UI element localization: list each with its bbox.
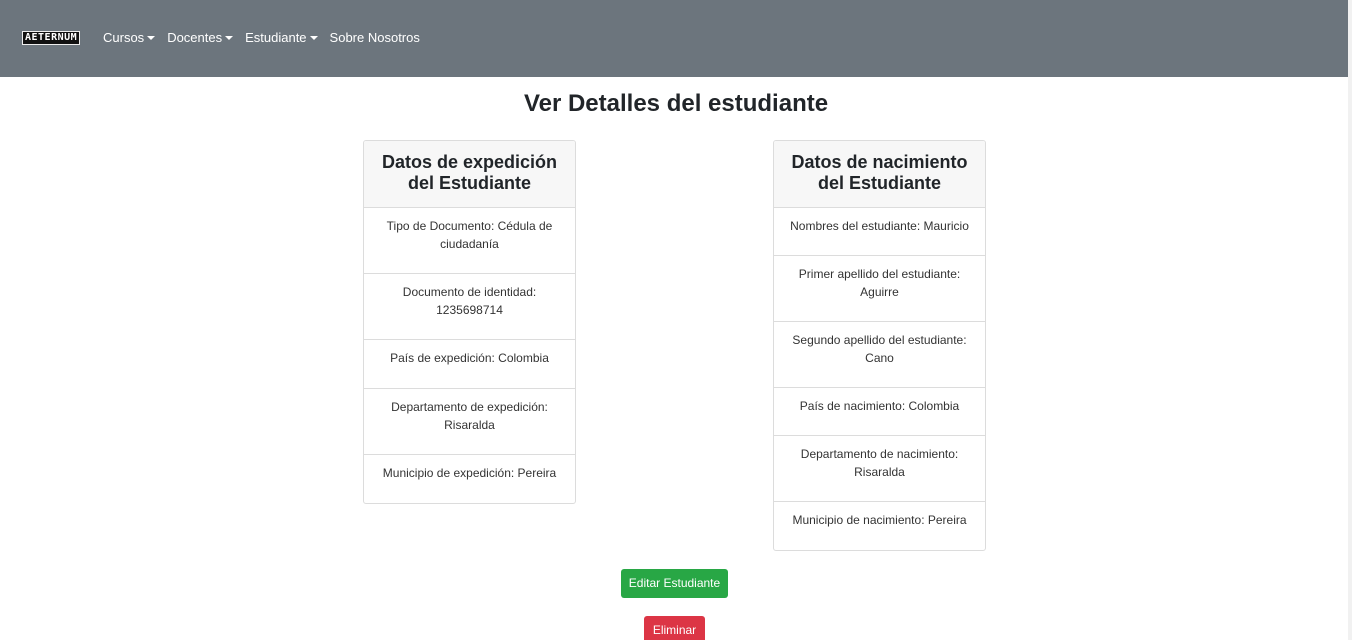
card-title-line: Datos de nacimiento [791, 152, 968, 172]
list-item-birth-country: País de nacimiento: Colombia [774, 388, 985, 436]
list-item-birth-municipality: Municipio de nacimiento: Pereira [792, 513, 967, 527]
card-title-line: Datos de expedición [381, 152, 558, 172]
edit-student-button[interactable]: Editar Estudiante [621, 569, 728, 598]
list-item-birth-department: Departamento de nacimiento: Risaralda [774, 436, 985, 502]
caret-down-icon [147, 36, 156, 40]
nav-item-estudiante[interactable]: Estudiante [245, 29, 318, 47]
caret-down-icon [225, 36, 234, 40]
list-item-id-number: Documento de identidad: 1235698714 [364, 274, 575, 340]
caret-down-icon [309, 36, 318, 40]
list-item-first-surname: Primer apellido del estudiante: Aguirre [774, 256, 985, 322]
delete-student-button[interactable]: Eliminar [644, 616, 705, 640]
card-title-line: del Estudiante [407, 173, 532, 193]
nav-item-sobre-nosotros[interactable]: Sobre Nosotros [330, 29, 420, 47]
card-header: Datos de nacimiento del Estudiante [774, 141, 985, 208]
top-navbar: AETERNUM Cursos Docentes Estudiante Sobr… [0, 0, 1352, 77]
list-item-first-names: Nombres del estudiante: Mauricio [774, 208, 985, 256]
nav-item-label: Estudiante [245, 30, 307, 45]
card-title-line: del Estudiante [817, 173, 942, 193]
list-item-document-type: Tipo de Documento: Cédula de ciudadanía [364, 208, 575, 274]
list-item-expedition-municipality: Municipio de expedición: Pereira [382, 466, 557, 480]
card-header: Datos de expedición del Estudiante [364, 141, 575, 208]
list-item-second-surname: Segundo apellido del estudiante: Cano [774, 322, 985, 388]
nav-item-label: Cursos [103, 30, 145, 45]
nav-item-label: Docentes [167, 30, 223, 45]
expedition-data-card: Datos de expedición del Estudiante Tipo … [363, 140, 576, 504]
page-title: Ver Detalles del estudiante [523, 90, 829, 117]
list-item-expedition-department: Departamento de expedición: Risaralda [364, 389, 575, 455]
brand-logo[interactable]: AETERNUM [22, 31, 81, 45]
nav-menu: Cursos Docentes Estudiante Sobre Nosotro… [103, 29, 432, 47]
nav-item-docentes[interactable]: Docentes [167, 29, 234, 47]
birth-data-card: Datos de nacimiento del Estudiante Nombr… [773, 140, 986, 551]
nav-item-label: Sobre Nosotros [329, 30, 420, 45]
list-item-expedition-country: País de expedición: Colombia [364, 340, 575, 389]
nav-item-cursos[interactable]: Cursos [103, 29, 156, 47]
